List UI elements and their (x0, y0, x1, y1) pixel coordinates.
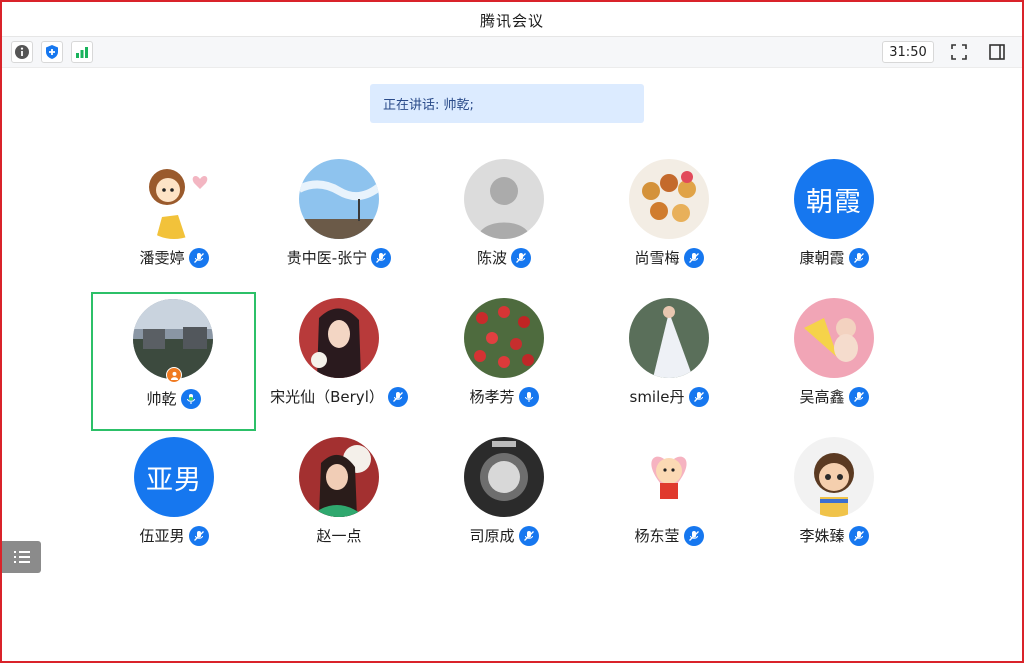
window-title: 腾讯会议 (479, 12, 544, 30)
participant-name-row: 陈波 (422, 247, 586, 268)
participant-name-row: 赵一点 (257, 525, 421, 546)
avatar (629, 159, 709, 239)
participant-name: 赵一点 (316, 527, 362, 545)
meeting-toolbar: 31:50 (2, 37, 1022, 68)
avatar (629, 437, 709, 517)
participant-tile[interactable]: 杨东莹 (587, 437, 751, 575)
participant-name-row: 宋光仙（Beryl） (257, 386, 421, 407)
participant-name-row: 司原成 (422, 525, 586, 546)
participant-name-row: 贵中医-张宁 (257, 247, 421, 268)
participant-tile[interactable]: 宋光仙（Beryl） (257, 298, 421, 436)
mic-muted-icon[interactable] (387, 386, 408, 407)
participant-name: 宋光仙（Beryl） (270, 388, 384, 406)
mic-muted-icon[interactable] (188, 525, 209, 546)
mic-muted-icon[interactable] (848, 386, 869, 407)
active-speaker-banner: 正在讲话: 帅乾; (370, 84, 644, 123)
mic-muted-icon[interactable] (371, 247, 392, 268)
participant-tile-active-speaker[interactable]: 帅乾 (91, 292, 256, 431)
mic-speaking-icon[interactable] (180, 388, 201, 409)
mic-muted-icon[interactable] (511, 247, 531, 268)
participant-name: 杨东莹 (634, 527, 680, 545)
mic-muted-icon[interactable] (688, 386, 709, 407)
mic-muted-icon[interactable] (848, 525, 869, 546)
mic-unmuted-icon[interactable] (518, 386, 539, 407)
participant-tile[interactable]: 贵中医-张宁 (257, 159, 421, 297)
participant-name-row: 帅乾 (93, 388, 254, 409)
info-icon[interactable] (11, 41, 33, 63)
mic-muted-icon[interactable] (683, 525, 704, 546)
participant-name-row: 吴高鑫 (752, 386, 916, 407)
participant-name-row: 尚雪梅 (587, 247, 751, 268)
participant-name: 杨孝芳 (469, 388, 515, 406)
participant-tile[interactable]: 赵一点 (257, 437, 421, 575)
participant-tile[interactable]: 潘雯婷 (92, 159, 256, 297)
mic-muted-icon[interactable] (848, 247, 869, 268)
avatar (464, 298, 544, 378)
title-bar: 腾讯会议 (2, 2, 1022, 37)
security-shield-icon[interactable] (41, 41, 63, 63)
participant-name-row: 杨孝芳 (422, 386, 586, 407)
sidebar-panel-icon[interactable] (986, 41, 1008, 63)
avatar (299, 159, 379, 239)
participant-tile[interactable]: 吴高鑫 (752, 298, 916, 436)
participant-name: 伍亚男 (139, 527, 185, 545)
participant-name: 李姝臻 (799, 527, 845, 545)
avatar (299, 437, 379, 517)
participant-tile[interactable]: 司原成 (422, 437, 586, 575)
participant-tile[interactable]: 陈波 (422, 159, 586, 297)
participant-name: 吴高鑫 (799, 388, 845, 406)
avatar (134, 159, 214, 239)
avatar (464, 159, 544, 239)
avatar (629, 298, 709, 378)
participant-name: 陈波 (476, 249, 507, 267)
avatar (794, 298, 874, 378)
participant-tile[interactable]: 尚雪梅 (587, 159, 751, 297)
mic-muted-icon[interactable] (188, 247, 209, 268)
participant-name-row: 康朝霞 (752, 247, 916, 268)
mic-muted-icon[interactable] (683, 247, 704, 268)
list-menu-icon[interactable] (2, 541, 41, 573)
participant-name-row: 杨东莹 (587, 525, 751, 546)
participant-tile[interactable]: smile丹 (587, 298, 751, 436)
participant-name: 帅乾 (146, 390, 177, 408)
participant-name: 康朝霞 (799, 249, 845, 267)
participant-tile[interactable]: 亚男 伍亚男 (92, 437, 256, 575)
avatar (299, 298, 379, 378)
avatar-initials: 亚男 (134, 437, 214, 517)
avatar (794, 437, 874, 517)
participant-name: 潘雯婷 (139, 249, 185, 267)
participant-name: 贵中医-张宁 (286, 249, 368, 267)
participant-tile[interactable]: 杨孝芳 (422, 298, 586, 436)
network-signal-icon[interactable] (71, 41, 93, 63)
participant-name: 司原成 (469, 527, 515, 545)
meeting-timer: 31:50 (882, 41, 934, 63)
avatar (464, 437, 544, 517)
participant-tile[interactable]: 朝霞 康朝霞 (752, 159, 916, 297)
participant-name-row: 潘雯婷 (92, 247, 256, 268)
participant-name: smile丹 (629, 388, 685, 406)
participant-name-row: 伍亚男 (92, 525, 256, 546)
host-icon (166, 367, 182, 383)
participant-name-row: 李姝臻 (752, 525, 916, 546)
fullscreen-icon[interactable] (948, 41, 970, 63)
participant-tile[interactable]: 李姝臻 (752, 437, 916, 575)
mic-muted-icon[interactable] (518, 525, 539, 546)
participant-name: 尚雪梅 (634, 249, 680, 267)
avatar-initials: 朝霞 (794, 159, 874, 239)
participant-name-row: smile丹 (587, 386, 751, 407)
